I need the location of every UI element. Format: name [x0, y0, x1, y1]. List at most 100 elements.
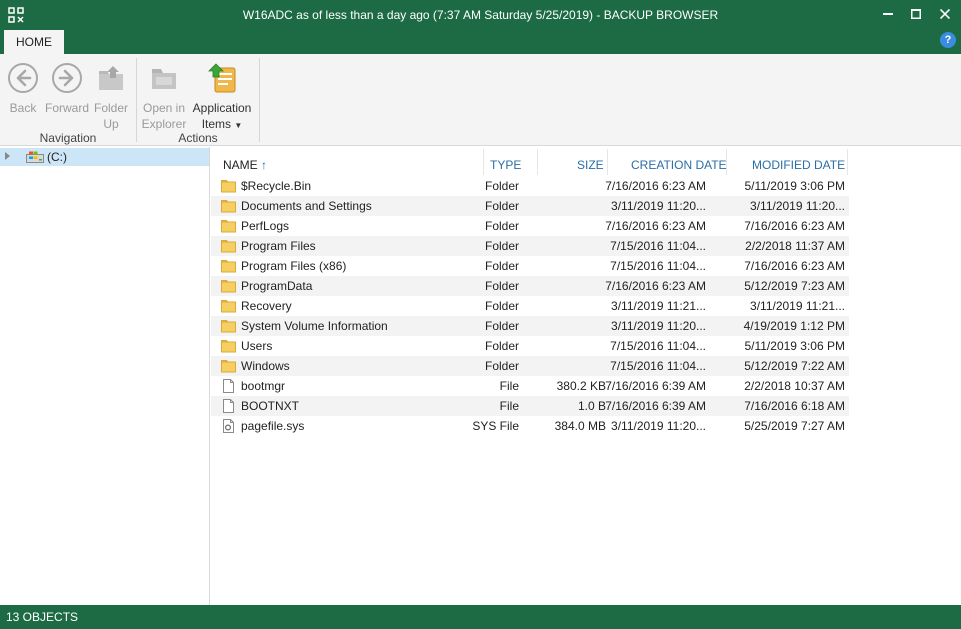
cell-name: bootmgr	[241, 379, 286, 393]
file-icon	[223, 379, 234, 393]
explorer-folder-icon	[152, 69, 176, 89]
cell-creation-date: 7/16/2016 6:39 AM	[605, 379, 706, 393]
cell-name: Recovery	[241, 299, 292, 313]
drive-icon	[26, 151, 44, 163]
column-divider[interactable]	[537, 149, 538, 175]
folder-icon	[221, 300, 236, 313]
cell-creation-date: 3/11/2019 11:20...	[611, 319, 706, 333]
cell-type: File	[499, 399, 519, 413]
cell-creation-date: 7/16/2016 6:23 AM	[605, 219, 706, 233]
column-divider[interactable]	[483, 149, 484, 175]
column-header-modified-date[interactable]: MODIFIED DATE	[752, 158, 845, 172]
table-row[interactable]: Users Folder 7/15/2016 11:04... 5/11/2019 3…	[211, 336, 849, 356]
window-title: W16ADC as of less than a day ago (7:37 A…	[242, 8, 719, 22]
table-row[interactable]: System Volume Information Folder 3/11/2019…	[211, 316, 849, 336]
cell-type: Folder	[484, 279, 519, 293]
cell-modified-date: 5/25/2019 7:27 AM	[744, 419, 845, 433]
folder-icon	[221, 180, 236, 193]
ribbon-tab-strip: HOME ?	[0, 30, 961, 54]
cell-creation-date: 7/16/2016 6:23 AM	[605, 279, 706, 293]
cell-type: Folder	[484, 319, 519, 333]
help-icon[interactable]: ?	[940, 32, 956, 48]
expand-arrow-icon[interactable]	[5, 152, 10, 160]
cell-name: $Recycle.Bin	[241, 179, 312, 193]
cell-creation-date: 7/15/2016 11:04...	[610, 239, 706, 253]
table-row[interactable]: BOOTNXT File 1.0 B 7/16/2016 6:39 AM 7/16/20…	[211, 396, 849, 416]
folder-up-icon	[99, 66, 123, 90]
minimize-button[interactable]	[877, 4, 899, 24]
table-row[interactable]: ProgramData Folder 7/16/2016 6:23 AM 5/12/2…	[211, 276, 849, 296]
column-header-type[interactable]: TYPE	[490, 158, 521, 172]
cell-type: SYS File	[472, 419, 519, 433]
close-icon	[940, 9, 950, 19]
table-row[interactable]: Documents and Settings Folder 3/11/2019 11…	[211, 196, 849, 216]
application-items-dropdown[interactable]: Application Items ▼	[190, 62, 254, 134]
column-header-name[interactable]: NAME ↑	[223, 158, 267, 172]
table-row[interactable]: Recovery Folder 3/11/2019 11:21... 3/11/201…	[211, 296, 849, 316]
cell-creation-date: 7/16/2016 6:39 AM	[605, 399, 706, 413]
cell-modified-date: 2/2/2018 10:37 AM	[744, 379, 845, 393]
folder-icon	[221, 280, 236, 293]
cell-type: Folder	[484, 219, 519, 233]
forward-button[interactable]: Forward	[45, 62, 89, 116]
open-in-explorer-button[interactable]: Open in Explorer	[140, 62, 188, 132]
tab-home[interactable]: HOME	[4, 30, 64, 54]
folder-icon	[221, 320, 236, 333]
system-file-icon	[223, 419, 234, 433]
file-rows: $Recycle.Bin Folder 7/16/2016 6:23 AM 5/11/…	[211, 176, 849, 436]
folder-up-button[interactable]: Folder Up	[92, 62, 130, 132]
tree-item-drive-c[interactable]: (C:)	[0, 148, 209, 166]
folder-icon	[221, 200, 236, 213]
cell-type: Folder	[484, 179, 519, 193]
cell-name: Users	[241, 339, 273, 353]
cell-type: Folder	[484, 239, 519, 253]
cell-modified-date: 3/11/2019 11:21...	[750, 299, 845, 313]
maximize-icon	[911, 9, 921, 19]
folder-icon	[221, 360, 236, 373]
sort-ascending-icon: ↑	[261, 158, 268, 172]
table-row[interactable]: Program Files (x86) Folder 7/15/2016 11:04…	[211, 256, 849, 276]
table-row[interactable]: bootmgr File 380.2 KB 7/16/2016 6:39 AM 2/2/…	[211, 376, 849, 396]
column-divider[interactable]	[607, 149, 608, 175]
column-header-creation-date[interactable]: CREATION DATE	[631, 158, 727, 172]
back-button[interactable]: Back	[4, 62, 42, 116]
table-row[interactable]: $Recycle.Bin Folder 7/16/2016 6:23 AM 5/11/…	[211, 176, 849, 196]
cell-name: System Volume Information	[241, 319, 388, 333]
cell-modified-date: 5/12/2019 7:23 AM	[744, 279, 845, 293]
chevron-down-icon: ▼	[234, 121, 243, 130]
cell-name: Program Files	[241, 239, 316, 253]
cell-modified-date: 7/16/2016 6:18 AM	[744, 399, 845, 413]
folder-icon	[221, 220, 236, 233]
folder-tree: (C:)	[0, 147, 210, 605]
table-row[interactable]: Windows Folder 7/15/2016 11:04... 5/12/2019…	[211, 356, 849, 376]
table-row[interactable]: PerfLogs Folder 7/16/2016 6:23 AM 7/16/2016…	[211, 216, 849, 236]
cell-type: Folder	[484, 259, 519, 273]
cell-name: Documents and Settings	[241, 199, 372, 213]
column-divider[interactable]	[847, 149, 848, 175]
cell-name: Windows	[241, 359, 290, 373]
ribbon-separator	[136, 58, 137, 142]
folder-icon	[221, 340, 236, 353]
minimize-icon	[883, 13, 893, 15]
forward-arrow-icon	[52, 63, 82, 93]
column-header-size[interactable]: SIZE	[577, 158, 604, 172]
cell-creation-date: 3/11/2019 11:21...	[611, 299, 706, 313]
application-items-icon	[208, 63, 236, 93]
folder-icon	[221, 240, 236, 253]
cell-creation-date: 7/15/2016 11:04...	[610, 259, 706, 273]
cell-modified-date: 2/2/2018 11:37 AM	[745, 239, 845, 253]
cell-modified-date: 7/16/2016 6:23 AM	[744, 219, 845, 233]
close-button[interactable]	[934, 4, 956, 24]
table-row[interactable]: pagefile.sys SYS File 384.0 MB 3/11/2019 11…	[211, 416, 849, 436]
maximize-button[interactable]	[905, 4, 927, 24]
status-bar: 13 OBJECTS	[0, 605, 961, 629]
object-count: 13 OBJECTS	[6, 610, 79, 624]
column-divider[interactable]	[726, 149, 727, 175]
cell-modified-date: 7/16/2016 6:23 AM	[744, 259, 845, 273]
title-bar: W16ADC as of less than a day ago (7:37 A…	[0, 0, 961, 30]
cell-name: ProgramData	[241, 279, 313, 293]
ribbon-separator	[259, 58, 260, 142]
cell-modified-date: 4/19/2019 1:12 PM	[743, 319, 845, 333]
table-row[interactable]: Program Files Folder 7/15/2016 11:04... 2/2…	[211, 236, 849, 256]
cell-creation-date: 7/16/2016 6:23 AM	[605, 179, 706, 193]
